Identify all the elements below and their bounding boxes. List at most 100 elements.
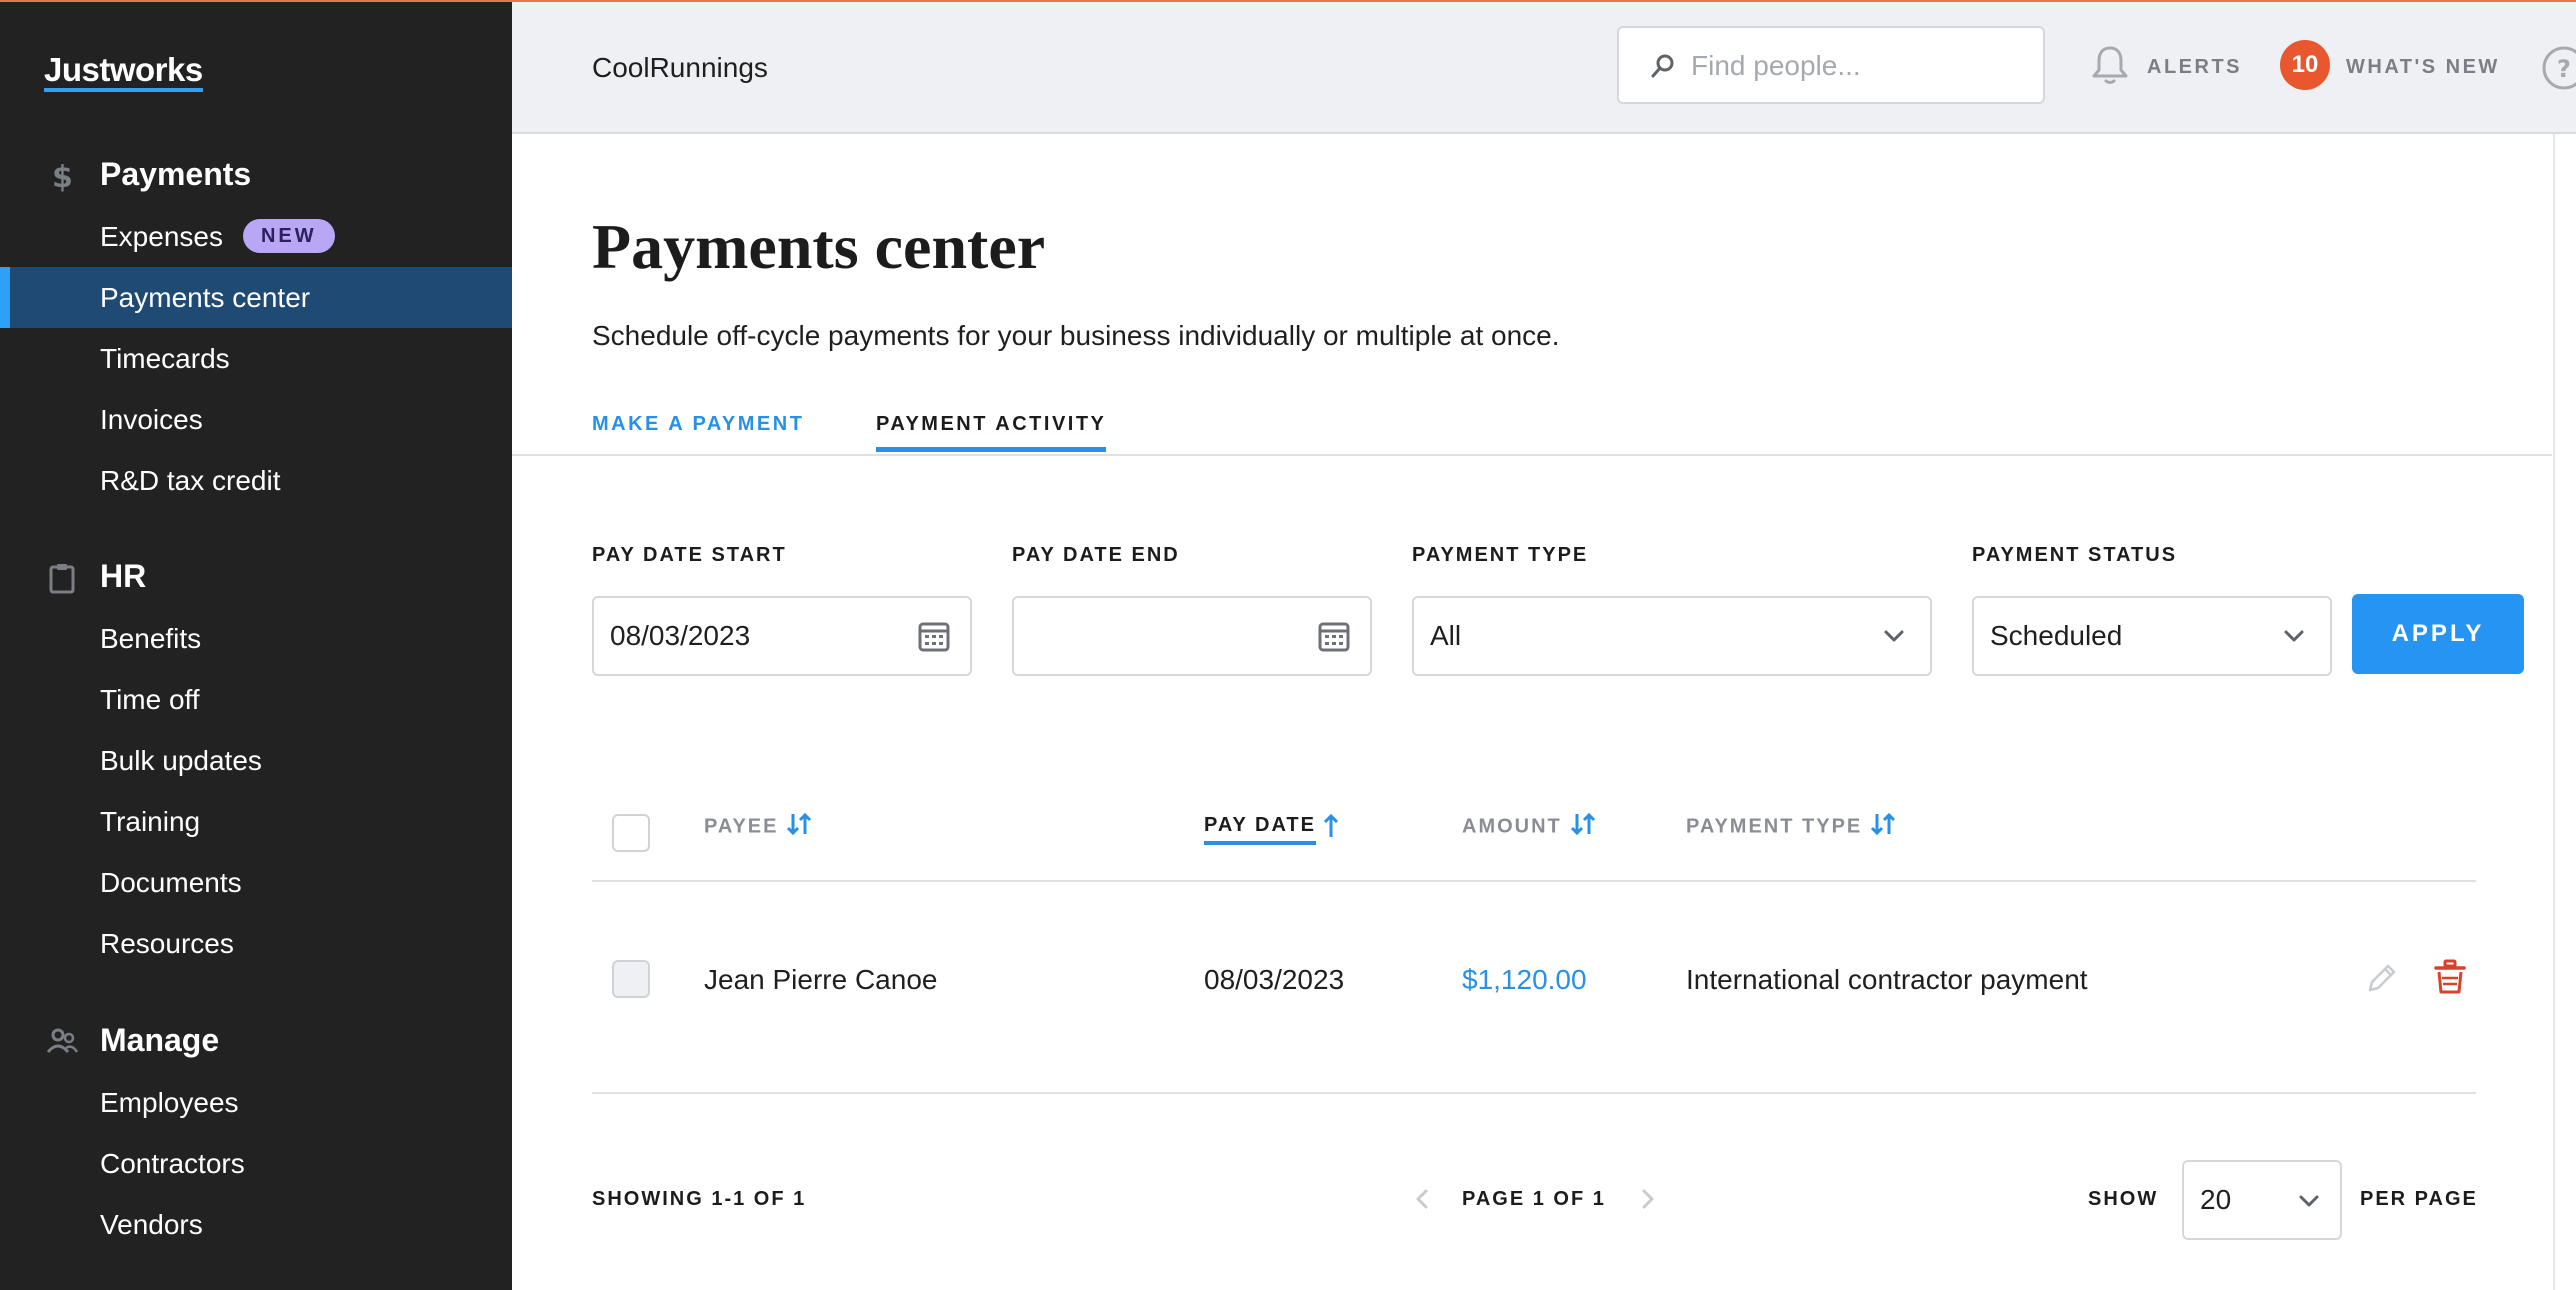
- payment-type-value: All: [1430, 620, 1462, 651]
- sidebar-item-training[interactable]: Training: [0, 791, 512, 852]
- alerts-label: ALERTS: [2147, 56, 2242, 78]
- tab-bar: MAKE A PAYMENT PAYMENT ACTIVITY: [512, 404, 2552, 456]
- sidebar-item-label: Documents: [100, 867, 242, 898]
- payment-type-select[interactable]: All: [1412, 596, 1932, 676]
- sidebar-item-rd-tax-credit[interactable]: R&D tax credit: [0, 450, 512, 511]
- payment-type-cell: International contractor payment: [1686, 964, 2088, 995]
- apply-button[interactable]: APPLY: [2352, 594, 2524, 674]
- sidebar-heading-hr[interactable]: HR: [0, 548, 512, 608]
- sidebar: Justworks $ Payments Expenses NEW Payment…: [0, 0, 512, 1290]
- top-accent-bar: [0, 0, 2576, 2]
- help-icon[interactable]: ?: [2540, 44, 2576, 92]
- sidebar-item-label: R&D tax credit: [100, 465, 281, 496]
- column-header-label: AMOUNT: [1462, 815, 1562, 838]
- payment-status-label: PAYMENT STATUS: [1972, 544, 2178, 566]
- payment-status-select[interactable]: Scheduled: [1972, 596, 2332, 676]
- per-page-label: PER PAGE: [2360, 1188, 2478, 1210]
- sidebar-section-hr: HR Benefits Time off Bulk updates Traini…: [0, 548, 512, 974]
- sidebar-item-label: Time off: [100, 684, 200, 715]
- sidebar-item-label: Timecards: [100, 343, 230, 374]
- trash-icon[interactable]: [2432, 958, 2468, 996]
- chevron-down-icon: [1884, 630, 1904, 642]
- table-header: PAYEE PAY DATE AMOUNT PAYMENT TYPE: [592, 784, 2476, 882]
- sidebar-item-label: Resources: [100, 928, 234, 959]
- calendar-icon[interactable]: [1316, 618, 1352, 654]
- chevron-left-icon[interactable]: [1412, 1188, 1434, 1210]
- pay-date-start-label: PAY DATE START: [592, 544, 787, 566]
- page-subtitle: Schedule off-cycle payments for your bus…: [592, 320, 1560, 351]
- chevron-right-icon[interactable]: [1636, 1188, 1658, 1210]
- new-badge: NEW: [242, 218, 335, 253]
- sidebar-heading-manage[interactable]: Manage: [0, 1012, 512, 1072]
- sidebar-item-label: Vendors: [100, 1209, 203, 1240]
- company-name: CoolRunnings: [592, 52, 768, 83]
- sidebar-section-manage: Manage Employees Contractors Vendors: [0, 1012, 512, 1255]
- column-header-pay-date[interactable]: PAY DATE: [1204, 814, 1316, 845]
- row-checkbox[interactable]: [612, 960, 650, 998]
- pay-date-end-field[interactable]: [1012, 596, 1372, 676]
- tab-make-a-payment[interactable]: MAKE A PAYMENT: [592, 404, 804, 452]
- tab-payment-activity[interactable]: PAYMENT ACTIVITY: [876, 404, 1107, 452]
- content-right-border: [2553, 134, 2555, 1290]
- show-label: SHOW: [2088, 1188, 2159, 1210]
- svg-text:$: $: [52, 160, 73, 194]
- edit-pencil-icon[interactable]: [2364, 960, 2400, 996]
- sidebar-item-timecards[interactable]: Timecards: [0, 328, 512, 389]
- svg-text:?: ?: [2557, 55, 2571, 83]
- sort-icon: [1871, 812, 1896, 836]
- select-all-checkbox[interactable]: [612, 814, 650, 852]
- sidebar-item-employees[interactable]: Employees: [0, 1072, 512, 1133]
- sidebar-item-vendors[interactable]: Vendors: [0, 1194, 512, 1255]
- payment-status-value: Scheduled: [1990, 620, 2123, 651]
- search-icon: [1651, 54, 1674, 78]
- page-indicator: PAGE 1 OF 1: [1462, 1188, 1606, 1210]
- top-header: CoolRunnings ALERTS 10 WHAT'S NEW ?: [512, 0, 2576, 134]
- calendar-icon[interactable]: [916, 618, 952, 654]
- sidebar-item-payments-center[interactable]: Payments center: [0, 267, 512, 328]
- sidebar-item-expenses[interactable]: Expenses NEW: [0, 206, 512, 267]
- column-header-label: PAYEE: [704, 815, 779, 838]
- column-header-payee[interactable]: PAYEE: [704, 812, 814, 840]
- per-page-select[interactable]: 20: [2182, 1160, 2342, 1240]
- sidebar-item-label: Bulk updates: [100, 745, 262, 776]
- sidebar-heading-label: HR: [100, 558, 147, 594]
- whats-new-label: WHAT'S NEW: [2346, 56, 2500, 78]
- amount-link[interactable]: $1,120.00: [1462, 964, 1587, 996]
- main-content: Payments center Schedule off-cycle payme…: [512, 134, 2552, 1290]
- payee-cell: Jean Pierre Canoe: [704, 964, 938, 995]
- sidebar-heading-payments[interactable]: $ Payments: [0, 146, 512, 206]
- clipboard-icon: [49, 564, 75, 594]
- people-icon: [46, 1028, 79, 1054]
- column-header-payment-type[interactable]: PAYMENT TYPE: [1686, 812, 1898, 840]
- sidebar-item-label: Benefits: [100, 623, 202, 654]
- search-input[interactable]: [1689, 40, 2033, 92]
- sidebar-item-label: Payments center: [100, 282, 311, 313]
- sidebar-item-invoices[interactable]: Invoices: [0, 389, 512, 450]
- pay-date-end-label: PAY DATE END: [1012, 544, 1180, 566]
- sort-ascending-icon[interactable]: [1320, 812, 1342, 840]
- sidebar-item-label: Training: [100, 806, 201, 837]
- dollar-icon: $: [52, 160, 73, 194]
- per-page-value: 20: [2200, 1184, 2232, 1215]
- bell-icon: [2092, 46, 2128, 84]
- pay-date-start-value: 08/03/2023: [610, 620, 751, 651]
- sidebar-item-contractors[interactable]: Contractors: [0, 1133, 512, 1194]
- sort-icon: [1570, 812, 1595, 836]
- pay-date-cell: 08/03/2023: [1204, 964, 1345, 995]
- sidebar-item-bulk-updates[interactable]: Bulk updates: [0, 730, 512, 791]
- sidebar-item-documents[interactable]: Documents: [0, 852, 512, 913]
- column-header-label: PAY DATE: [1204, 814, 1316, 836]
- column-header-label: PAYMENT TYPE: [1686, 815, 1863, 838]
- whats-new-count-badge: 10: [2280, 40, 2330, 90]
- column-header-amount[interactable]: AMOUNT: [1462, 812, 1598, 840]
- sidebar-item-label: Expenses: [100, 221, 223, 252]
- sidebar-item-time-off[interactable]: Time off: [0, 669, 512, 730]
- sidebar-item-resources[interactable]: Resources: [0, 913, 512, 974]
- sidebar-item-benefits[interactable]: Benefits: [0, 608, 512, 669]
- sidebar-heading-label: Manage: [100, 1022, 220, 1058]
- search-box[interactable]: [1617, 26, 2045, 104]
- justworks-logo[interactable]: Justworks: [44, 52, 203, 92]
- pay-date-start-field[interactable]: 08/03/2023: [592, 596, 972, 676]
- sidebar-heading-label: Payments: [100, 156, 252, 192]
- sidebar-item-label: Employees: [100, 1087, 239, 1118]
